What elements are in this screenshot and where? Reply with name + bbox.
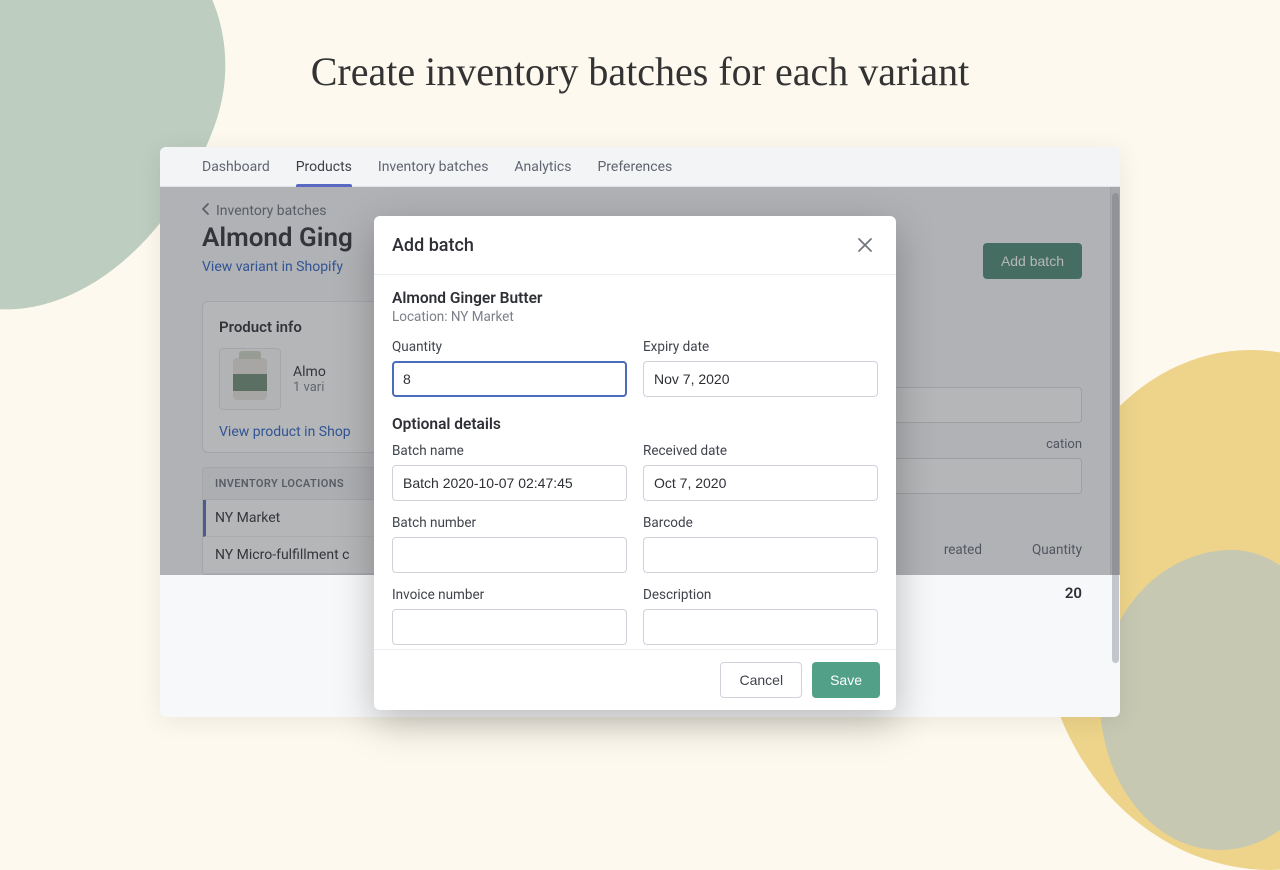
add-batch-modal: Add batch Almond Ginger Butter Location:… [374,216,896,710]
optional-details-heading: Optional details [392,415,878,433]
nav-dashboard[interactable]: Dashboard [202,148,270,186]
barcode-input[interactable] [643,537,878,573]
received-date-input[interactable] [643,465,878,501]
close-icon [856,236,874,254]
table-row-quantity: 20 [1065,584,1082,602]
nav-analytics[interactable]: Analytics [514,148,571,186]
barcode-label: Barcode [643,515,878,531]
batch-number-label: Batch number [392,515,627,531]
hero-title: Create inventory batches for each varian… [0,48,1280,95]
quantity-input[interactable] [392,361,627,397]
nav-inventory-batches[interactable]: Inventory batches [378,148,489,186]
batch-number-input[interactable] [392,537,627,573]
modal-product-name: Almond Ginger Butter [392,289,878,307]
modal-title: Add batch [392,235,474,256]
received-date-label: Received date [643,443,878,459]
expiry-date-input[interactable] [643,361,878,397]
nav-preferences[interactable]: Preferences [597,148,672,186]
modal-close-button[interactable] [852,232,878,258]
batch-name-label: Batch name [392,443,627,459]
save-button[interactable]: Save [812,662,880,698]
top-nav: Dashboard Products Inventory batches Ana… [160,147,1120,187]
description-label: Description [643,587,878,603]
invoice-number-label: Invoice number [392,587,627,603]
invoice-number-input[interactable] [392,609,627,645]
nav-products[interactable]: Products [296,148,352,186]
batch-name-input[interactable] [392,465,627,501]
quantity-label: Quantity [392,339,627,355]
description-input[interactable] [643,609,878,645]
modal-location: Location: NY Market [392,309,878,325]
expiry-date-label: Expiry date [643,339,878,355]
cancel-button[interactable]: Cancel [720,662,802,698]
